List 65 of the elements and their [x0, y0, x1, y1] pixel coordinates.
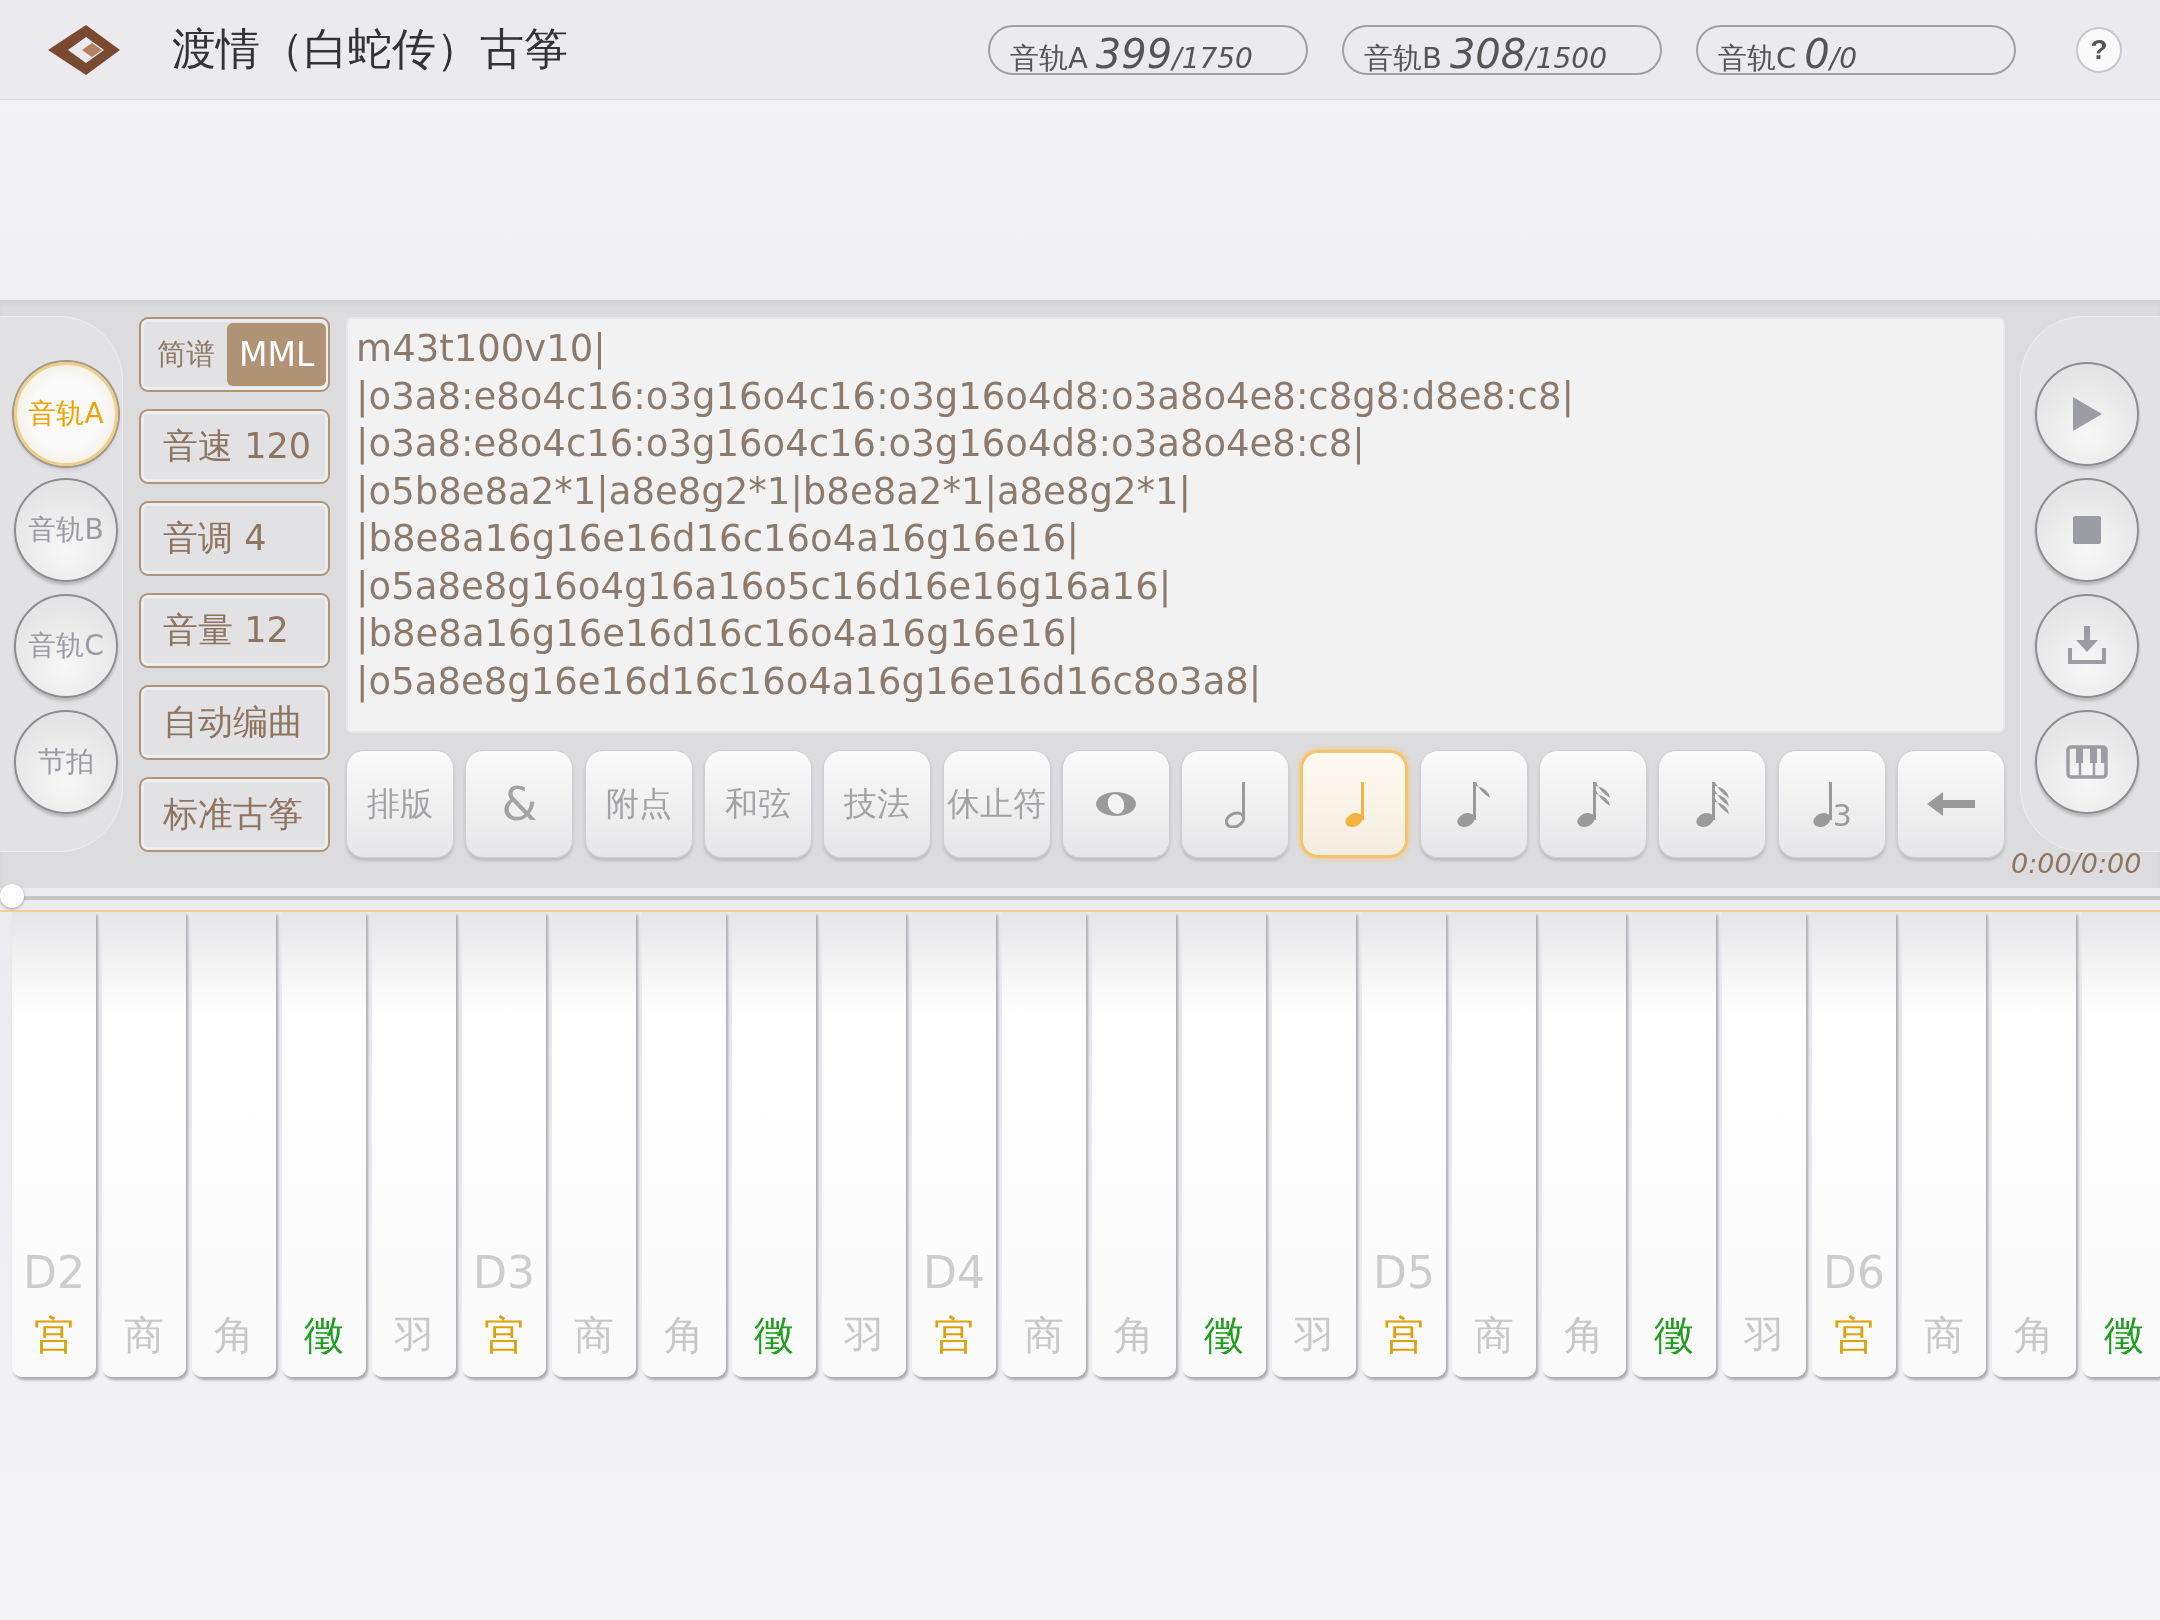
- setting-button[interactable]: 自动编曲: [139, 685, 331, 760]
- piano-key[interactable]: 徵: [1182, 912, 1266, 1377]
- quarter-note-icon: [1811, 780, 1833, 828]
- piano-key[interactable]: 徵: [2082, 912, 2160, 1377]
- toolbar-button[interactable]: 休止符: [942, 750, 1051, 858]
- piano-key[interactable]: 徵: [732, 912, 816, 1377]
- track-button[interactable]: 音轨B: [14, 478, 118, 582]
- note-button[interactable]: [1658, 750, 1767, 858]
- note-button[interactable]: [1181, 750, 1290, 858]
- note-label: 宫: [484, 1311, 524, 1360]
- sixteenth-note-icon: [1575, 780, 1611, 828]
- slider-thumb[interactable]: [0, 884, 24, 908]
- toolbar-button[interactable]: 排版: [346, 750, 455, 858]
- track-button[interactable]: 音轨A: [14, 362, 118, 466]
- help-button[interactable]: ?: [2076, 26, 2122, 73]
- download-icon: [2067, 626, 2106, 666]
- note-button[interactable]: [1300, 750, 1409, 858]
- score-line: |b8e8a16g16e16d16c16o4a16g16e16|: [356, 611, 1079, 657]
- playback-time: 0:00/0:00: [2010, 848, 2142, 879]
- toolbar-button[interactable]: 附点: [584, 750, 693, 858]
- track-count-badge: 音轨A 399/1750: [988, 24, 1308, 75]
- piano-key[interactable]: 徵: [1632, 912, 1716, 1377]
- piano-key[interactable]: 徵: [282, 912, 366, 1377]
- note-label: 宫: [34, 1311, 74, 1360]
- note-label: 徵: [754, 1311, 794, 1360]
- notation-option[interactable]: MML: [227, 323, 327, 386]
- score-line: |o3a8:e8o4c16:o3g16o4c16:o3g16o4d8:o3a8o4e8:c8|: [356, 421, 1365, 467]
- score-line: |o3a8:e8o4c16:o3g16o4c16:o3g16o4d8:o3a8o4e8:c8g8:d8e8:c8|: [356, 373, 1574, 420]
- whole-note-icon: [1093, 791, 1138, 817]
- track-button[interactable]: 节拍: [14, 710, 118, 814]
- setting-button[interactable]: 音速 120: [139, 409, 331, 484]
- track-count-badge: 音轨B 308/1500: [1342, 24, 1662, 75]
- triplet-button[interactable]: 3: [1777, 750, 1886, 858]
- note-label: 徵: [1654, 1311, 1694, 1360]
- stop-icon: [2072, 516, 2101, 544]
- note-label: 宫: [934, 1311, 974, 1360]
- eighth-note-icon: [1456, 780, 1492, 828]
- notation-option[interactable]: 简谱: [145, 323, 228, 386]
- half-note-icon: [1224, 780, 1246, 828]
- track-count-badge: 音轨C 0/0: [1696, 24, 2016, 75]
- score-line: |o5a8e8g16o4g16a16o5c16d16e16g16a16|: [356, 563, 1172, 610]
- score-line: m43t100v10|: [356, 326, 606, 372]
- track-button[interactable]: 音轨C: [14, 594, 118, 698]
- thirty-second-note-icon: [1694, 780, 1730, 828]
- score-line: |b8e8a16g16e16d16c16o4a16g16e16|: [356, 516, 1079, 562]
- toolbar-button[interactable]: &: [465, 750, 574, 858]
- note-button[interactable]: [1539, 750, 1648, 858]
- note-label: 宫: [1384, 1311, 1424, 1360]
- note-label: 徵: [1204, 1311, 1244, 1360]
- note-label: 宫: [1834, 1311, 1874, 1360]
- score-line: |o5b8e8a2*1|a8e8g2*1|b8e8a2*1|a8e8g2*1|: [356, 468, 1191, 515]
- toolbar-button[interactable]: 技法: [823, 750, 932, 858]
- note-button[interactable]: [1419, 750, 1528, 858]
- toolbar-button[interactable]: 和弦: [704, 750, 812, 858]
- note-label: 徵: [2104, 1311, 2144, 1360]
- score-line: |o5a8e8g16e16d16c16o4a16g16e16d16c8o3a8|: [356, 658, 1262, 705]
- setting-button[interactable]: 音调 4: [139, 501, 331, 576]
- song-title: 渡情（白蛇传）古筝: [172, 22, 568, 76]
- setting-button[interactable]: 标准古筝: [139, 777, 331, 852]
- quarter-note-icon: [1344, 780, 1365, 828]
- note-label: 徵: [304, 1311, 344, 1360]
- note-button[interactable]: [1061, 750, 1170, 858]
- backspace-button[interactable]: [1896, 750, 2005, 858]
- setting-button[interactable]: 音量 12: [139, 593, 331, 668]
- piano-keys-icon: [2065, 745, 2108, 779]
